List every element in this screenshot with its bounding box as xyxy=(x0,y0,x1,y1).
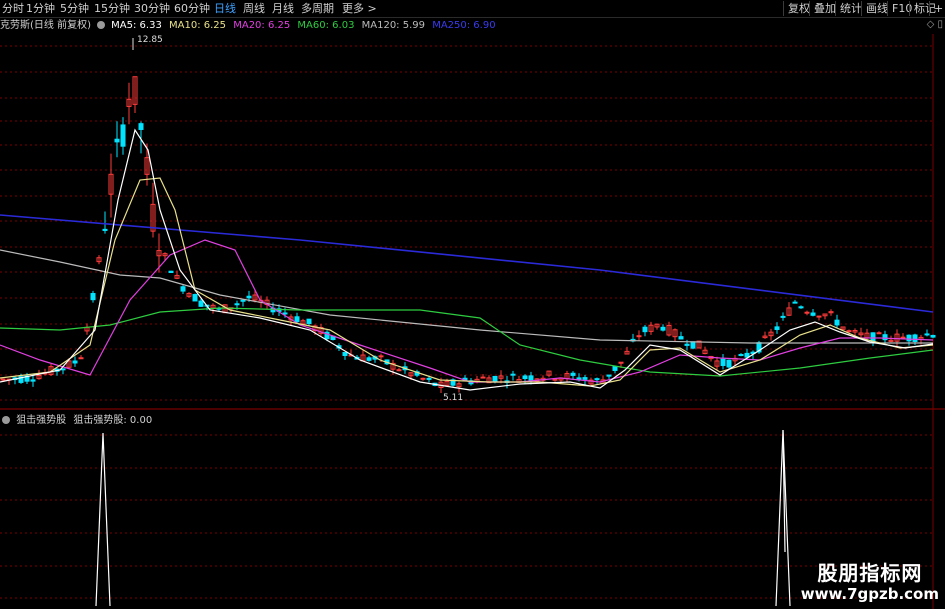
candle-body xyxy=(684,343,690,346)
candle-body xyxy=(846,330,852,333)
candle-body xyxy=(678,336,684,340)
candle-body xyxy=(792,301,798,304)
candle-body xyxy=(906,334,912,342)
candle-body xyxy=(720,358,726,367)
indicator-legend: 狙击强势股 狙击强势股: 0.00 xyxy=(0,414,156,428)
candle-body xyxy=(396,369,402,372)
candle-body xyxy=(90,293,96,301)
square-icon[interactable]: ▯ xyxy=(937,19,943,30)
indicator-name: 狙击强势股 xyxy=(16,415,67,426)
candle-body xyxy=(834,319,840,326)
candle-body xyxy=(426,377,432,380)
candle-body xyxy=(510,373,516,376)
ma250-label: MA250: 6.90 xyxy=(432,20,496,31)
ma250-line xyxy=(0,214,934,313)
candle-body xyxy=(642,326,648,333)
ma20-label: MA20: 6.25 xyxy=(233,20,291,31)
candle-body xyxy=(612,365,618,371)
candle-body xyxy=(78,357,84,360)
high-label: 12.85 xyxy=(137,35,163,45)
price-annotations: 12.85 5.11 xyxy=(132,35,463,403)
candle-body xyxy=(528,375,534,381)
candle-body xyxy=(180,286,186,292)
candle-body xyxy=(636,335,642,338)
low-label: 5.11 xyxy=(443,393,463,403)
candle-body xyxy=(930,334,936,338)
candle-body xyxy=(780,315,786,318)
candle-body xyxy=(738,354,744,357)
ma5-line xyxy=(0,128,934,391)
candle-body xyxy=(882,334,888,341)
candle-body xyxy=(876,332,882,335)
watermark-title: 股朋指标网 xyxy=(817,561,923,585)
candlestick-series xyxy=(0,76,936,393)
candle-body xyxy=(366,357,372,361)
candle-body xyxy=(552,378,558,381)
candle-body xyxy=(582,377,588,380)
candle-body xyxy=(816,315,822,318)
candle-body xyxy=(378,355,384,358)
ma5-label: MA5: 6.33 xyxy=(111,20,162,31)
candle-body xyxy=(594,378,600,381)
candle-body xyxy=(912,334,918,342)
candle-body xyxy=(798,306,804,309)
candle-body xyxy=(120,124,126,147)
candle-body xyxy=(804,311,810,314)
signal-spike xyxy=(95,432,111,607)
indicator-series xyxy=(95,429,791,607)
candle-body xyxy=(924,333,930,336)
candle-body xyxy=(192,294,198,302)
candle-body xyxy=(570,372,576,376)
candle-body xyxy=(72,360,78,364)
ma20-line xyxy=(0,239,934,383)
candle-body xyxy=(138,123,144,130)
candle-body xyxy=(492,375,498,383)
candle-body xyxy=(246,295,252,299)
candle-body xyxy=(522,375,528,380)
candle-body xyxy=(726,359,732,368)
candle-body xyxy=(480,376,486,379)
stock-name: 克劳斯(日线 前复权) xyxy=(0,20,91,31)
ma10-label: MA10: 6.25 xyxy=(169,20,227,31)
candle-body xyxy=(240,299,246,302)
watermark: 股朋指标网 www.7gpzb.com xyxy=(801,561,939,603)
candle-body xyxy=(282,312,288,315)
candle-body xyxy=(420,377,426,380)
candle-body xyxy=(774,326,780,330)
candle-body xyxy=(102,228,108,231)
candle-body xyxy=(168,270,174,274)
candle-body xyxy=(606,374,612,377)
chart-corner-icons: ◇ ▯ xyxy=(927,19,943,30)
candle-body xyxy=(294,316,300,323)
candle-body xyxy=(30,379,36,382)
main-chart-legend: 克劳斯(日线 前复权) MA5: 6.33 MA10: 6.25 MA20: 6… xyxy=(0,19,500,33)
watermark-url: www.7gpzb.com xyxy=(800,585,939,603)
candle-body xyxy=(342,352,348,357)
candle-body xyxy=(306,318,312,325)
moving-average-lines xyxy=(0,128,934,391)
candle-body xyxy=(0,378,6,381)
indicator-value: 狙击强势股: 0.00 xyxy=(73,415,153,426)
ma60-line xyxy=(0,307,934,377)
candle-body xyxy=(198,300,204,307)
chart-canvas[interactable]: 12.85 5.11 xyxy=(0,0,945,609)
candle-body xyxy=(114,138,120,143)
candle-body xyxy=(900,336,906,339)
candle-body xyxy=(660,326,666,331)
circle-icon[interactable] xyxy=(96,21,105,29)
ma10-line xyxy=(0,177,934,387)
circle-icon[interactable] xyxy=(2,416,10,424)
candle-body xyxy=(810,312,816,316)
diamond-icon[interactable]: ◇ xyxy=(927,19,935,30)
ma60-label: MA60: 6.03 xyxy=(297,20,355,31)
ma120-label: MA120: 5.99 xyxy=(361,20,425,31)
candle-body xyxy=(690,341,696,349)
candle-body xyxy=(234,303,240,306)
